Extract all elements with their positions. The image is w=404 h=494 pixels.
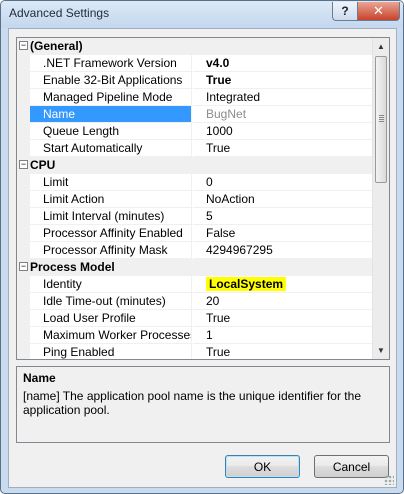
row-gutter — [17, 55, 30, 72]
vertical-scrollbar[interactable]: ▲ ▼ — [372, 38, 389, 359]
scrollbar-thumb[interactable] — [375, 56, 387, 183]
row-gutter — [17, 310, 30, 327]
collapse-toggle-icon[interactable]: − — [19, 41, 28, 50]
property-value[interactable]: v4.0 — [193, 55, 373, 72]
property-name[interactable]: Maximum Worker Processes — [30, 327, 192, 344]
property-value[interactable]: 0 — [193, 174, 373, 191]
row-gutter — [17, 123, 30, 140]
property-name[interactable]: Limit Action — [30, 191, 192, 208]
category-header[interactable]: − Process Model — [17, 259, 373, 276]
property-value[interactable]: 1 — [193, 327, 373, 344]
description-text: [name] The application pool name is the … — [23, 389, 361, 417]
row-gutter — [17, 174, 30, 191]
property-row[interactable]: Limit Action NoAction — [17, 191, 373, 208]
property-value[interactable]: 4294967295 — [193, 242, 373, 259]
property-row[interactable]: Managed Pipeline Mode Integrated — [17, 89, 373, 106]
property-name[interactable]: Load User Profile — [30, 310, 192, 327]
row-gutter — [17, 140, 30, 157]
category-header[interactable]: − (General) — [17, 38, 373, 55]
window-title: Advanced Settings — [9, 6, 110, 20]
property-value[interactable]: True — [193, 310, 373, 327]
help-button[interactable]: ? — [332, 2, 358, 21]
row-gutter — [17, 89, 30, 106]
title-bar[interactable]: Advanced Settings ? ✕ — [1, 1, 403, 28]
row-gutter — [17, 208, 30, 225]
row-gutter — [17, 242, 30, 259]
property-name[interactable]: Managed Pipeline Mode — [30, 89, 192, 106]
property-name[interactable]: Name — [30, 106, 192, 123]
row-gutter — [17, 191, 30, 208]
resize-grip-icon[interactable] — [384, 475, 394, 485]
row-gutter — [17, 72, 30, 89]
property-value[interactable]: LocalSystem — [193, 276, 373, 293]
category-name: CPU — [30, 158, 56, 172]
row-gutter — [17, 293, 30, 310]
property-value[interactable]: Integrated — [193, 89, 373, 106]
property-value[interactable]: False — [193, 225, 373, 242]
property-name[interactable]: Ping Enabled — [30, 344, 192, 359]
row-gutter — [17, 276, 30, 293]
property-name[interactable]: Limit — [30, 174, 192, 191]
property-grid: − (General) .NET Framework Version v4.0 Enab… — [16, 37, 390, 360]
ok-button[interactable]: OK — [225, 455, 300, 478]
collapse-toggle-icon[interactable]: − — [19, 160, 28, 169]
property-name[interactable]: Limit Interval (minutes) — [30, 208, 192, 225]
row-gutter — [17, 106, 30, 123]
property-name[interactable]: Processor Affinity Mask — [30, 242, 192, 259]
cancel-button[interactable]: Cancel — [314, 455, 389, 478]
property-row[interactable]: Limit Interval (minutes) 5 — [17, 208, 373, 225]
property-name[interactable]: Queue Length — [30, 123, 192, 140]
dialog-body: − (General) .NET Framework Version v4.0 Enab… — [8, 28, 397, 488]
highlighted-value: LocalSystem — [206, 277, 287, 291]
property-value[interactable]: NoAction — [193, 191, 373, 208]
property-row[interactable]: Identity LocalSystem — [17, 276, 373, 293]
property-row[interactable]: Maximum Worker Processes 1 — [17, 327, 373, 344]
property-name[interactable]: Enable 32-Bit Applications — [30, 72, 192, 89]
property-row[interactable]: Enable 32-Bit Applications True — [17, 72, 373, 89]
row-gutter — [17, 225, 30, 242]
collapse-toggle-icon[interactable]: − — [19, 262, 28, 271]
property-value[interactable]: True — [193, 140, 373, 157]
property-row[interactable]: Ping Enabled True — [17, 344, 373, 359]
scroll-down-arrow-icon[interactable]: ▼ — [373, 342, 389, 359]
property-row[interactable]: .NET Framework Version v4.0 — [17, 55, 373, 72]
property-name[interactable]: Processor Affinity Enabled — [30, 225, 192, 242]
property-value[interactable]: 1000 — [193, 123, 373, 140]
property-value[interactable]: BugNet — [193, 106, 373, 123]
property-value[interactable]: True — [193, 72, 373, 89]
property-row[interactable]: Queue Length 1000 — [17, 123, 373, 140]
property-name[interactable]: Idle Time-out (minutes) — [30, 293, 192, 310]
property-row[interactable]: Idle Time-out (minutes) 20 — [17, 293, 373, 310]
property-name[interactable]: Identity — [30, 276, 192, 293]
property-name[interactable]: .NET Framework Version — [30, 55, 192, 72]
property-name[interactable]: Start Automatically — [30, 140, 192, 157]
property-row[interactable]: Name BugNet — [17, 106, 373, 123]
row-gutter — [17, 344, 30, 359]
property-value[interactable]: 5 — [193, 208, 373, 225]
description-panel: Name [name] The application pool name is… — [16, 366, 390, 443]
property-row[interactable]: Load User Profile True — [17, 310, 373, 327]
scroll-up-arrow-icon[interactable]: ▲ — [373, 38, 389, 55]
category-header[interactable]: − CPU — [17, 157, 373, 174]
property-row[interactable]: Start Automatically True — [17, 140, 373, 157]
property-value[interactable]: True — [193, 344, 373, 359]
description-title: Name — [23, 371, 56, 385]
advanced-settings-dialog: Advanced Settings ? ✕ − (General) .NET Fra… — [0, 0, 404, 494]
row-gutter — [17, 327, 30, 344]
property-row[interactable]: Processor Affinity Mask 4294967295 — [17, 242, 373, 259]
property-row[interactable]: Limit 0 — [17, 174, 373, 191]
property-row[interactable]: Processor Affinity Enabled False — [17, 225, 373, 242]
property-value[interactable]: 20 — [193, 293, 373, 310]
category-name: Process Model — [30, 260, 115, 274]
category-name: (General) — [30, 39, 83, 53]
close-button[interactable]: ✕ — [357, 2, 400, 21]
